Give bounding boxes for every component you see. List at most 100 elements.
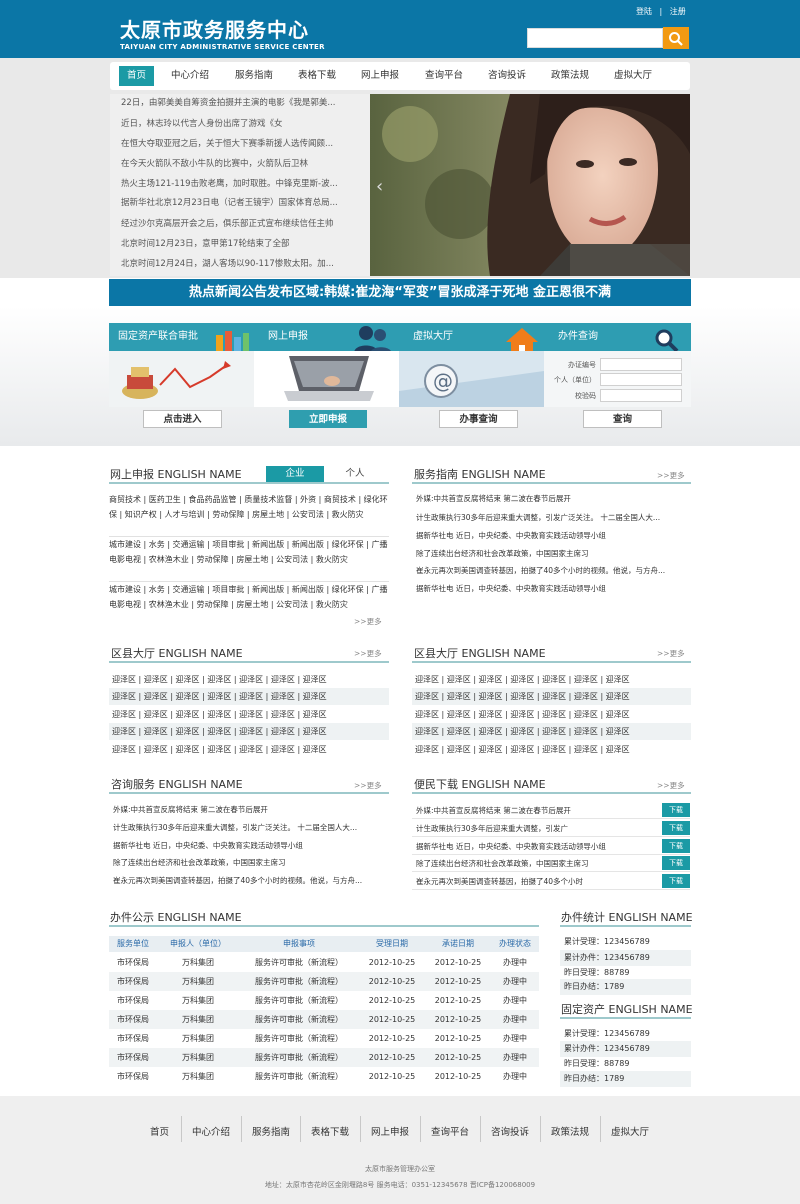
table-row[interactable]: 市环保局 万科集团 服务许可审批（新流程） 2012-10-25 2012-10…: [109, 1029, 539, 1048]
section-divider: [109, 792, 389, 794]
footer-link-policy[interactable]: 政策法规: [551, 1124, 589, 1138]
district-links[interactable]: 迎泽区 | 迎泽区 | 迎泽区 | 迎泽区 | 迎泽区 | 迎泽区 | 迎泽区: [412, 688, 691, 705]
banner-image[interactable]: [370, 94, 690, 276]
district-links[interactable]: 迎泽区 | 迎泽区 | 迎泽区 | 迎泽区 | 迎泽区 | 迎泽区 | 迎泽区: [412, 706, 691, 723]
nav-item-forms[interactable]: 表格下载: [293, 62, 341, 90]
news-item[interactable]: 近日，林志玲以代言人身份出席了游戏《女: [121, 115, 351, 133]
footer-link-query[interactable]: 查询平台: [431, 1124, 469, 1138]
table-row[interactable]: 市环保局 万科集团 服务许可审批（新流程） 2012-10-25 2012-10…: [109, 1010, 539, 1029]
nav-item-home[interactable]: 首页: [119, 66, 154, 86]
download-item[interactable]: 崔永元再次到美国调查转基因，拍摄了40多个小时: [412, 877, 583, 886]
list-item[interactable]: 据新华社电 近日，中央纪委、中央教育实践活动领导小组: [416, 581, 690, 597]
list-item[interactable]: 据新华社电 近日，中央纪委、中央教育实践活动领导小组: [113, 838, 387, 854]
more-link[interactable]: >>更多: [657, 648, 685, 659]
district-links[interactable]: 迎泽区 | 迎泽区 | 迎泽区 | 迎泽区 | 迎泽区 | 迎泽区 | 迎泽区: [109, 671, 389, 688]
footer-link-online[interactable]: 网上申报: [371, 1124, 409, 1138]
district-links[interactable]: 迎泽区 | 迎泽区 | 迎泽区 | 迎泽区 | 迎泽区 | 迎泽区 | 迎泽区: [412, 671, 691, 688]
footer-link-hall[interactable]: 虚拟大厅: [611, 1124, 649, 1138]
more-link[interactable]: >>更多: [657, 470, 685, 481]
list-item[interactable]: 外媒:中共首宣反腐将结束 第二波在春节后展开: [416, 491, 690, 507]
district-links[interactable]: 迎泽区 | 迎泽区 | 迎泽区 | 迎泽区 | 迎泽区 | 迎泽区 | 迎泽区: [109, 723, 389, 740]
category-links[interactable]: 商贸技术 | 医药卫生 | 食品药品监管 | 质量技术监督 | 外资 | 商贸技…: [109, 492, 389, 522]
tab-individual[interactable]: 个人: [330, 466, 380, 482]
nav-item-consult[interactable]: 咨询投诉: [483, 62, 531, 90]
list-item[interactable]: 外媒:中共首宣反腐将结束 第二波在春节后展开: [113, 802, 387, 818]
more-link[interactable]: >>更多: [354, 780, 382, 791]
table-row[interactable]: 市环保局 万科集团 服务许可审批（新流程） 2012-10-25 2012-10…: [109, 991, 539, 1010]
category-links[interactable]: 城市建设 | 水务 | 交通运输 | 项目审批 | 新闻出版 | 新闻出版 | …: [109, 582, 389, 612]
news-item[interactable]: 热火主场121-119击败老鹰，加时取胜。中锋克里斯-波...: [121, 175, 351, 193]
district-links[interactable]: 迎泽区 | 迎泽区 | 迎泽区 | 迎泽区 | 迎泽区 | 迎泽区 | 迎泽区: [412, 741, 691, 758]
stat-item: 累计办件：123456789: [560, 1041, 691, 1057]
news-item[interactable]: 经过沙尔克高层开会之后，俱乐部正式宣布继续信任主帅: [121, 215, 351, 233]
chevron-left-icon[interactable]: ‹: [376, 176, 383, 197]
account-links: 登陆 | 注册: [636, 6, 686, 17]
download-button[interactable]: 下载: [662, 839, 690, 853]
news-item[interactable]: 北京时间12月23日，意甲第17轮结束了全部: [121, 235, 351, 253]
nav-item-hall[interactable]: 虚拟大厅: [609, 62, 657, 90]
tab-enterprise[interactable]: 企业: [266, 466, 324, 482]
download-button[interactable]: 下载: [662, 821, 690, 835]
footer-link-guide[interactable]: 服务指南: [252, 1124, 290, 1138]
table-cell: 服务许可审批（新流程）: [255, 977, 343, 986]
footer-link-forms[interactable]: 表格下载: [311, 1124, 349, 1138]
table-header: 服务单位 申报人（单位） 申报事项 受理日期 承诺日期 办理状态: [109, 936, 539, 952]
district-links[interactable]: 迎泽区 | 迎泽区 | 迎泽区 | 迎泽区 | 迎泽区 | 迎泽区 | 迎泽区: [109, 741, 389, 758]
district-links[interactable]: 迎泽区 | 迎泽区 | 迎泽区 | 迎泽区 | 迎泽区 | 迎泽区 | 迎泽区: [109, 706, 389, 723]
table-row[interactable]: 市环保局 万科集团 服务许可审批（新流程） 2012-10-25 2012-10…: [109, 972, 539, 991]
list-item[interactable]: 除了连续出台经济和社会改革政策，中国国家主席习: [113, 855, 387, 871]
download-item[interactable]: 外媒:中共首宣反腐将结束 第二波在春节后展开: [412, 806, 571, 815]
district-links[interactable]: 迎泽区 | 迎泽区 | 迎泽区 | 迎泽区 | 迎泽区 | 迎泽区 | 迎泽区: [412, 723, 691, 740]
more-link[interactable]: >>更多: [657, 780, 685, 791]
list-item[interactable]: 计生政策执行30多年后迎来重大调整，引发广泛关注。 十二届全国人大...: [416, 510, 690, 526]
table-row[interactable]: 市环保局 万科集团 服务许可审批（新流程） 2012-10-25 2012-10…: [109, 1048, 539, 1067]
footer-link-consult[interactable]: 咨询投诉: [491, 1124, 529, 1138]
search-input[interactable]: [527, 28, 663, 48]
district-links[interactable]: 迎泽区 | 迎泽区 | 迎泽区 | 迎泽区 | 迎泽区 | 迎泽区 | 迎泽区: [109, 688, 389, 705]
list-item[interactable]: 计生政策执行30多年后迎来重大调整，引发广泛关注。 十二届全国人大...: [113, 820, 387, 836]
download-item[interactable]: 计生政策执行30多年后迎来重大调整，引发广: [412, 824, 568, 833]
hot-news-bar[interactable]: 热点新闻公告发布区域:韩媒:崔龙海“军变”冒张成泽于死地 金正恩很不满: [109, 279, 691, 306]
table-cell: 2012-10-25: [368, 1072, 416, 1081]
category-links[interactable]: 城市建设 | 水务 | 交通运输 | 项目审批 | 新闻出版 | 新闻出版 | …: [109, 537, 389, 567]
download-item[interactable]: 除了连续出台经济和社会改革政策，中国国家主席习: [412, 859, 589, 868]
enter-button[interactable]: 点击进入: [143, 410, 222, 428]
login-link[interactable]: 登陆: [636, 7, 652, 16]
nav-item-about[interactable]: 中心介绍: [166, 62, 214, 90]
list-item[interactable]: 崔永元再次到美国调查转基因，拍摄了40多个小时的视频。他说，与方舟...: [416, 563, 690, 579]
table-cell: 2012-10-25: [434, 1053, 482, 1062]
nav-item-query[interactable]: 查询平台: [420, 62, 468, 90]
footer-link-about[interactable]: 中心介绍: [192, 1124, 230, 1138]
apply-now-button[interactable]: 立即申报: [289, 410, 367, 428]
register-link[interactable]: 注册: [670, 7, 686, 16]
footer-link-home[interactable]: 首页: [150, 1124, 169, 1138]
download-button[interactable]: 下载: [662, 803, 690, 817]
applicant-field[interactable]: [600, 373, 682, 386]
download-item[interactable]: 据新华社电 近日，中央纪委、中央教育实践活动领导小组: [412, 842, 606, 851]
more-link[interactable]: >>更多: [354, 648, 382, 659]
news-item[interactable]: 在今天火箭队不敌小牛队的比赛中，火箭队后卫林: [121, 155, 351, 173]
table-row[interactable]: 市环保局 万科集团 服务许可审批（新流程） 2012-10-25 2012-10…: [109, 1067, 539, 1086]
captcha-field[interactable]: [600, 389, 682, 402]
download-button[interactable]: 下载: [662, 856, 690, 870]
nav-item-guide[interactable]: 服务指南: [230, 62, 278, 90]
query-button[interactable]: 查询: [583, 410, 662, 428]
search-button[interactable]: [663, 27, 689, 49]
more-link[interactable]: >>更多: [354, 616, 382, 627]
news-item[interactable]: 在恒大夺取亚冠之后，关于恒大下赛季新援人选传闻颇...: [121, 135, 351, 153]
news-item[interactable]: 北京时间12月24日，湖人客场以90-117惨败太阳。加...: [121, 255, 351, 273]
nav-item-online[interactable]: 网上申报: [356, 62, 404, 90]
list-item[interactable]: 据新华社电 近日，中央纪委、中央教育实践活动领导小组: [416, 528, 690, 544]
footer-address: 地址：太原市杏花岭区金刚堰路8号 服务电话：0351-12345678 晋ICP…: [264, 1181, 536, 1189]
nav-item-policy[interactable]: 政策法规: [546, 62, 594, 90]
news-item[interactable]: 据新华社北京12月23日电（记者王镜宇）国家体育总局...: [121, 194, 351, 212]
table-cell: 2012-10-25: [368, 1034, 416, 1043]
list-item[interactable]: 崔永元再次到美国调查转基因，拍摄了40多个小时的视频。他说，与方舟...: [113, 873, 387, 889]
site-title[interactable]: 太原市政务服务中心: [120, 14, 309, 43]
download-button[interactable]: 下载: [662, 874, 690, 888]
case-number-field[interactable]: [600, 358, 682, 371]
business-query-button[interactable]: 办事查询: [439, 410, 518, 428]
table-row[interactable]: 市环保局 万科集团 服务许可审批（新流程） 2012-10-25 2012-10…: [109, 953, 539, 972]
list-item[interactable]: 除了连续出台经济和社会改革政策，中国国家主席习: [416, 546, 690, 562]
news-item[interactable]: 22日，由郭美美自筹资金拍摄并主演的电影《我是郭美...: [121, 94, 351, 112]
